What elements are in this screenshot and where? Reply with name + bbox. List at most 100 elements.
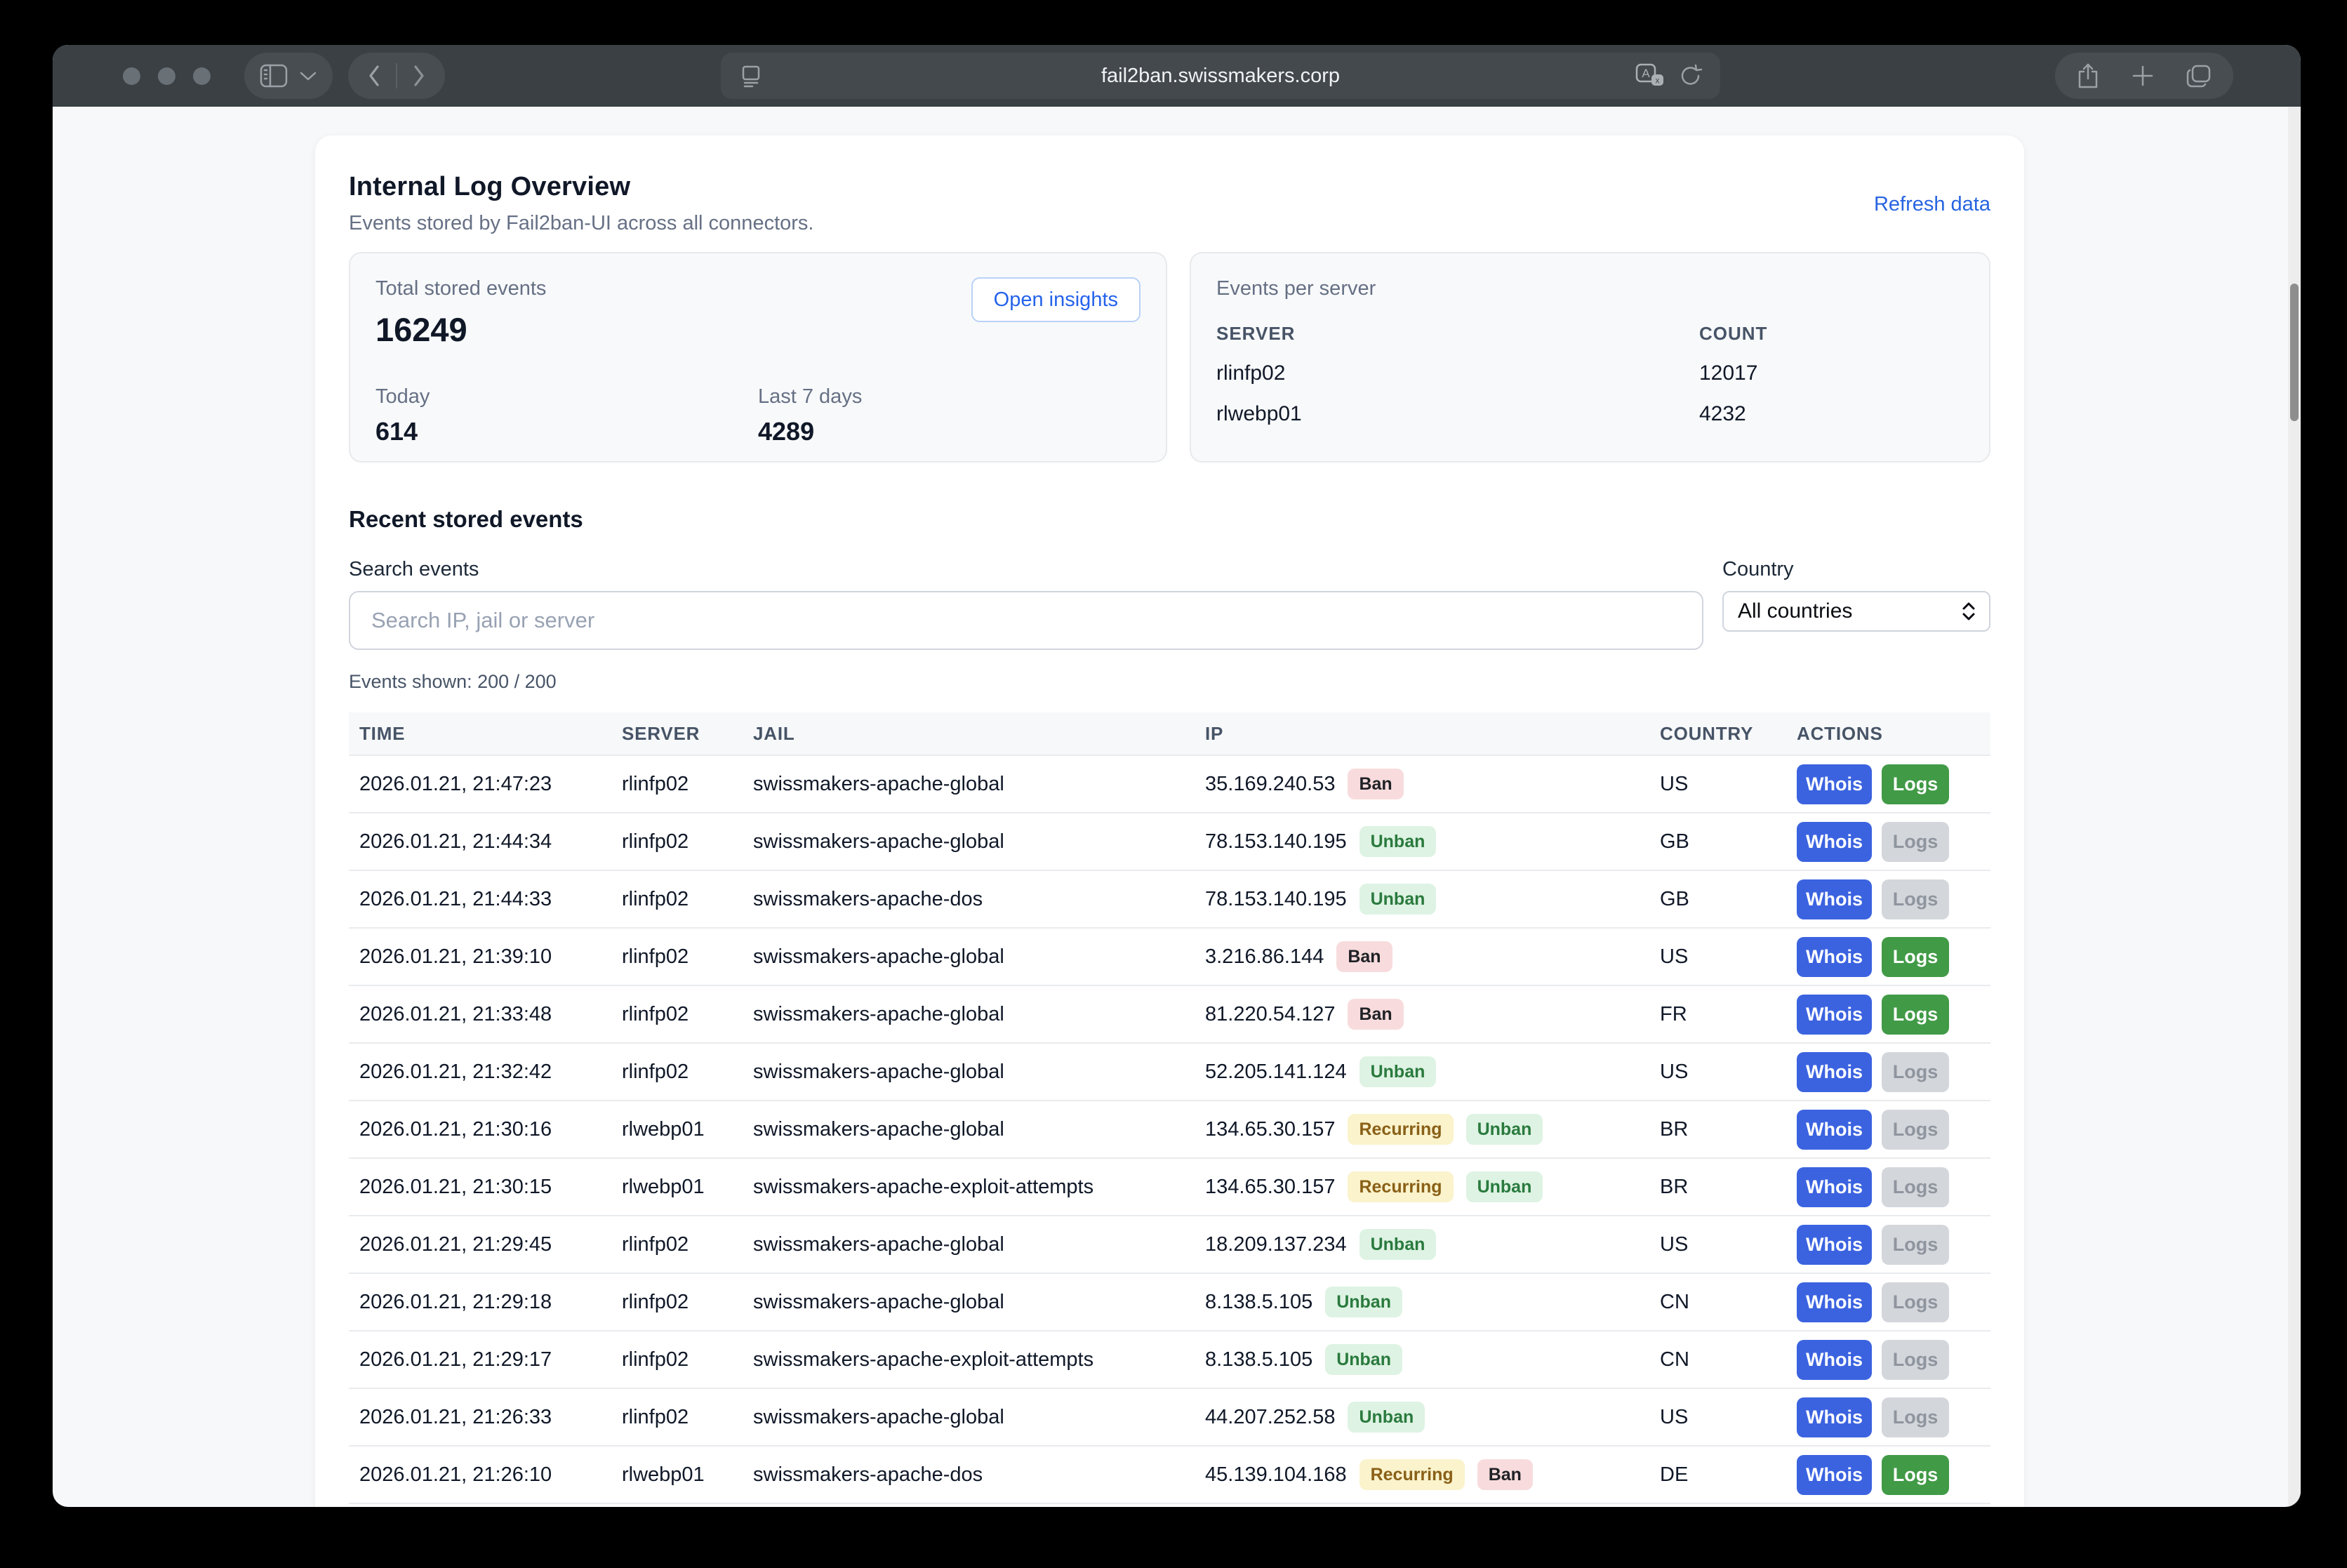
logs-button[interactable]: Logs: [1882, 937, 1949, 977]
url-bar[interactable]: fail2ban.swissmakers.corp A x: [721, 53, 1720, 99]
whois-button[interactable]: Whois: [1797, 879, 1872, 919]
table-row: 2026.01.21, 21:39:10rlinfp02swissmakers-…: [349, 929, 1990, 986]
logs-button[interactable]: Logs: [1882, 1397, 1949, 1437]
cell-ip: 52.205.141.124Unban: [1205, 1056, 1660, 1087]
badge-recurring: Recurring: [1359, 1459, 1465, 1490]
whois-button[interactable]: Whois: [1797, 1052, 1872, 1092]
ip-address: 78.153.140.195: [1205, 830, 1347, 853]
cell-time: 2026.01.21, 21:29:45: [359, 1233, 622, 1256]
table-row: 2026.01.21, 21:33:48rlinfp02swissmakers-…: [349, 986, 1990, 1044]
column-header-country: COUNTRY: [1660, 723, 1797, 745]
logs-button[interactable]: Logs: [1882, 1340, 1949, 1380]
cell-jail: swissmakers-apache-global: [753, 1118, 1205, 1141]
whois-button[interactable]: Whois: [1797, 1225, 1872, 1265]
cell-server: rlinfp02: [622, 1003, 753, 1026]
badge-ban: Ban: [1336, 941, 1392, 972]
logs-button[interactable]: Logs: [1882, 879, 1949, 919]
whois-button[interactable]: Whois: [1797, 822, 1872, 862]
share-icon[interactable]: [2076, 62, 2100, 90]
logs-button[interactable]: Logs: [1882, 822, 1949, 862]
cell-time: 2026.01.21, 21:39:10: [359, 945, 622, 969]
zoom-window-icon[interactable]: [193, 67, 211, 85]
country-select[interactable]: All countries: [1722, 591, 1990, 632]
search-input[interactable]: [349, 591, 1703, 650]
cell-time: 2026.01.21, 21:29:18: [359, 1291, 622, 1314]
reload-icon[interactable]: [1678, 62, 1703, 89]
whois-button[interactable]: Whois: [1797, 995, 1872, 1035]
logs-button[interactable]: Logs: [1882, 764, 1949, 804]
cell-actions: WhoisLogs: [1797, 1052, 1990, 1092]
minimize-window-icon[interactable]: [158, 67, 175, 85]
cell-actions: WhoisLogs: [1797, 1455, 1990, 1495]
logs-button[interactable]: Logs: [1882, 1052, 1949, 1092]
cell-jail: swissmakers-apache-global: [753, 1406, 1205, 1429]
logs-button[interactable]: Logs: [1882, 1282, 1949, 1322]
cell-actions: WhoisLogs: [1797, 1282, 1990, 1322]
cell-actions: WhoisLogs: [1797, 822, 1990, 862]
cell-server: rlinfp02: [622, 1291, 753, 1314]
cell-ip: 44.207.252.58Unban: [1205, 1402, 1660, 1433]
reader-icon[interactable]: [740, 62, 762, 89]
per-server-label: Events per server: [1216, 277, 1964, 300]
substats: Today 614 Last 7 days 4289: [375, 385, 1141, 446]
whois-button[interactable]: Whois: [1797, 937, 1872, 977]
badge-recurring: Recurring: [1348, 1171, 1453, 1202]
table-row: 2026.01.21, 21:30:16rlwebp01swissmakers-…: [349, 1101, 1990, 1159]
cell-jail: swissmakers-apache-dos: [753, 888, 1205, 911]
cell-actions: WhoisLogs: [1797, 879, 1990, 919]
scrollbar-thumb[interactable]: [2290, 284, 2299, 421]
cell-jail: swissmakers-apache-global: [753, 830, 1205, 853]
cell-jail: swissmakers-apache-global: [753, 1003, 1205, 1026]
ip-address: 78.153.140.195: [1205, 888, 1347, 911]
whois-button[interactable]: Whois: [1797, 1397, 1872, 1437]
whois-button[interactable]: Whois: [1797, 1167, 1872, 1207]
badge-unban: Unban: [1466, 1114, 1543, 1145]
cell-time: 2026.01.21, 21:44:33: [359, 888, 622, 911]
whois-button[interactable]: Whois: [1797, 1282, 1872, 1322]
cell-server: rlwebp01: [622, 1176, 753, 1199]
ip-address: 134.65.30.157: [1205, 1176, 1335, 1199]
translate-icon[interactable]: A x: [1635, 62, 1665, 90]
open-insights-button[interactable]: Open insights: [971, 277, 1141, 322]
cell-server: rlinfp02: [622, 1348, 753, 1371]
cell-jail: swissmakers-apache-global: [753, 1233, 1205, 1256]
server-name: rlinfp02: [1216, 361, 1699, 385]
logs-button[interactable]: Logs: [1882, 1167, 1949, 1207]
forward-icon[interactable]: [411, 64, 427, 88]
cell-country: US: [1660, 1406, 1797, 1429]
events-table-body: 2026.01.21, 21:47:23rlinfp02swissmakers-…: [349, 756, 1990, 1504]
logs-button[interactable]: Logs: [1882, 1455, 1949, 1495]
cell-time: 2026.01.21, 21:30:15: [359, 1176, 622, 1199]
sidebar-icon[interactable]: [260, 64, 288, 88]
badge-unban: Unban: [1359, 884, 1437, 915]
country-select-value: All countries: [1738, 599, 1852, 623]
back-icon[interactable]: [366, 64, 382, 88]
logs-button[interactable]: Logs: [1882, 1110, 1949, 1150]
cell-ip: 78.153.140.195Unban: [1205, 826, 1660, 857]
filter-row: Search events Country All countries: [349, 558, 1990, 650]
whois-button[interactable]: Whois: [1797, 764, 1872, 804]
logs-button[interactable]: Logs: [1882, 995, 1949, 1035]
per-server-rows: rlinfp0212017rlwebp014232: [1216, 361, 1964, 426]
whois-button[interactable]: Whois: [1797, 1455, 1872, 1495]
url-text: fail2ban.swissmakers.corp: [721, 65, 1720, 88]
cell-time: 2026.01.21, 21:26:33: [359, 1406, 622, 1429]
cell-ip: 18.209.137.234Unban: [1205, 1229, 1660, 1260]
svg-text:A: A: [1642, 67, 1650, 80]
badge-unban: Unban: [1325, 1344, 1402, 1375]
cell-jail: swissmakers-apache-global: [753, 945, 1205, 969]
cell-time: 2026.01.21, 21:30:16: [359, 1118, 622, 1141]
refresh-data-link[interactable]: Refresh data: [1874, 193, 1990, 235]
per-server-row: rlwebp014232: [1216, 402, 1964, 426]
whois-button[interactable]: Whois: [1797, 1110, 1872, 1150]
select-chevrons-icon: [1961, 601, 1976, 622]
chevron-down-icon[interactable]: [299, 70, 317, 81]
cell-actions: WhoisLogs: [1797, 1225, 1990, 1265]
tab-controls: [2055, 53, 2233, 99]
scrollbar-track: [2288, 107, 2301, 1507]
whois-button[interactable]: Whois: [1797, 1340, 1872, 1380]
new-tab-icon[interactable]: [2131, 64, 2155, 88]
tab-overview-icon[interactable]: [2186, 63, 2212, 88]
close-window-icon[interactable]: [123, 67, 140, 85]
logs-button[interactable]: Logs: [1882, 1225, 1949, 1265]
